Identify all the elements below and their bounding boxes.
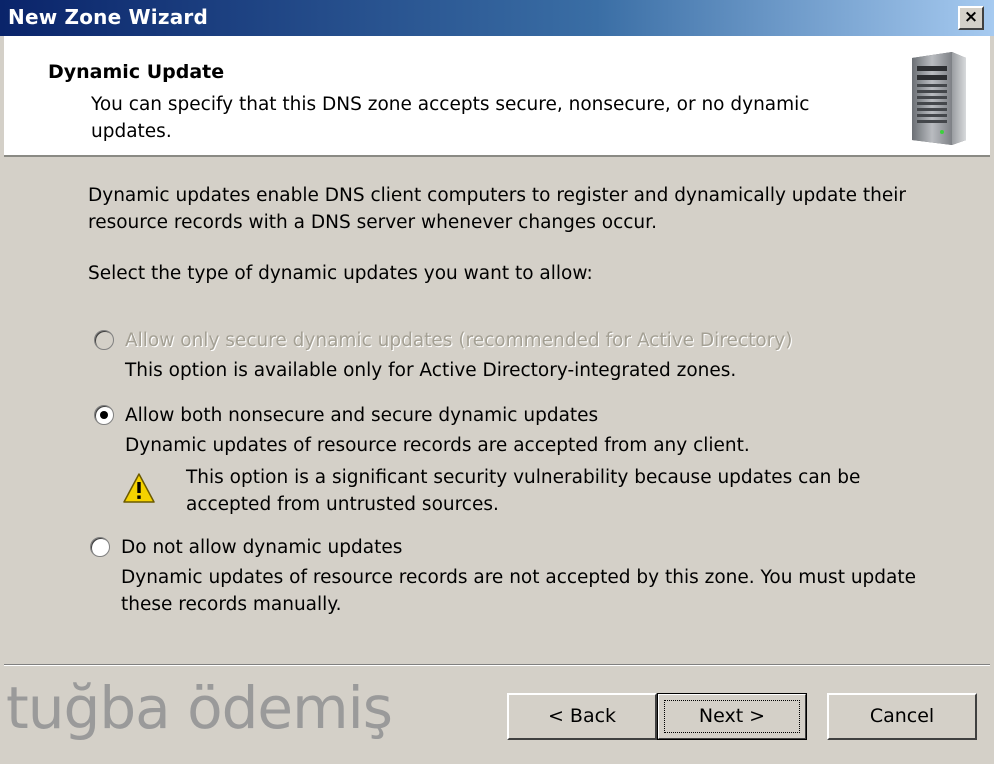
option-no-dynamic-updates-label[interactable]: Do not allow dynamic updates	[121, 536, 402, 560]
page-title: Dynamic Update	[48, 61, 225, 83]
option-no-dynamic-updates-description: Dynamic updates of resource records are …	[121, 567, 917, 615]
page-subtitle: You can specify that this DNS zone accep…	[91, 94, 810, 142]
back-button[interactable]: < Back	[507, 693, 657, 740]
wizard-header: Dynamic Update You can specify that this…	[4, 36, 990, 157]
radio-selected-dot	[100, 411, 108, 419]
footer-separator	[4, 664, 990, 666]
title-bar: New Zone Wizard ×	[0, 0, 994, 36]
watermark-text: tuğba ödemiş	[6, 674, 393, 742]
cancel-button[interactable]: Cancel	[827, 693, 977, 740]
window-title: New Zone Wizard	[8, 5, 208, 29]
security-warning-text: This option is a significant security vu…	[186, 467, 861, 515]
option-secure-only-label: Allow only secure dynamic updates (recom…	[125, 330, 793, 351]
cancel-button-label: Cancel	[869, 705, 935, 727]
radio-nonsecure-and-secure[interactable]	[94, 405, 114, 425]
option-nonsecure-and-secure-label[interactable]: Allow both nonsecure and secure dynamic …	[125, 404, 598, 428]
server-icon	[912, 52, 966, 145]
close-icon: ×	[963, 7, 979, 27]
next-button-label: Next >	[698, 705, 766, 727]
intro-text: Dynamic updates enable DNS client comput…	[88, 185, 906, 233]
radio-secure-only	[94, 330, 114, 350]
back-button-label: < Back	[547, 705, 617, 727]
option-nonsecure-and-secure-description: Dynamic updates of resource records are …	[125, 435, 750, 456]
prompt-text: Select the type of dynamic updates you w…	[88, 263, 593, 284]
option-secure-only-description: This option is available only for Active…	[125, 360, 737, 381]
warning-icon	[123, 473, 155, 503]
close-button[interactable]: ×	[958, 6, 984, 30]
radio-no-dynamic-updates[interactable]	[90, 537, 110, 557]
next-button[interactable]: Next >	[657, 693, 807, 740]
